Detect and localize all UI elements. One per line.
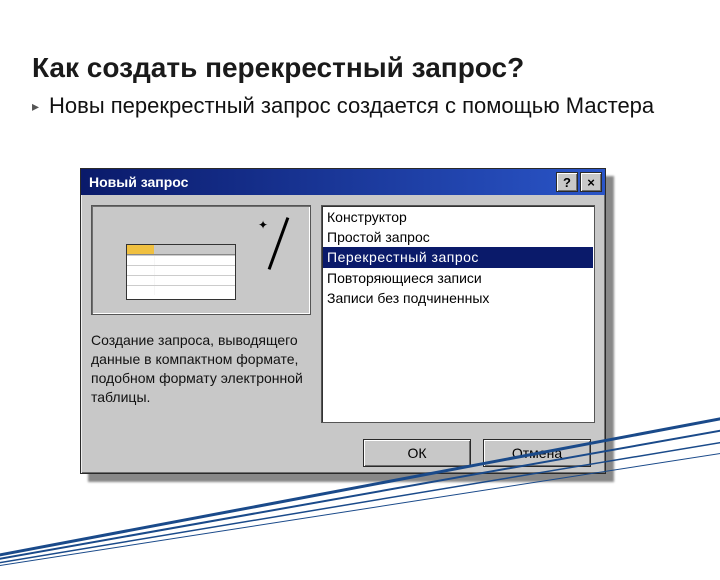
cancel-button[interactable]: Отмена <box>483 439 591 467</box>
titlebar-title: Новый запрос <box>89 174 188 190</box>
dialog-window: Новый запрос ? × ✦ Создание запроса, выв… <box>80 168 606 474</box>
titlebar-buttons: ? × <box>556 172 602 192</box>
query-type-listbox[interactable]: Конструктор Простой запрос Перекрестный … <box>321 205 595 423</box>
help-button[interactable]: ? <box>556 172 578 192</box>
left-panel: ✦ Создание запроса, выводящего данные в … <box>91 205 311 423</box>
list-item-selected[interactable]: Перекрестный запрос <box>323 247 593 267</box>
description-text: Создание запроса, выводящего данные в ко… <box>91 331 309 407</box>
dialog-body: ✦ Создание запроса, выводящего данные в … <box>81 195 605 433</box>
list-item[interactable]: Простой запрос <box>323 227 593 247</box>
list-item[interactable]: Записи без подчиненных <box>323 288 593 308</box>
preview-image: ✦ <box>91 205 311 315</box>
page-heading: Как создать перекрестный запрос? <box>32 52 524 84</box>
wand-icon <box>268 217 290 270</box>
titlebar[interactable]: Новый запрос ? × <box>81 169 605 195</box>
button-row: ОК Отмена <box>81 433 605 473</box>
list-item[interactable]: Конструктор <box>323 207 593 227</box>
bullet-icon: ▸ <box>32 98 39 115</box>
sparkle-icon: ✦ <box>258 218 268 232</box>
ok-button[interactable]: ОК <box>363 439 471 467</box>
bullet-row: ▸ Новы перекрестный запрос создается с п… <box>32 92 672 120</box>
list-item[interactable]: Повторяющиеся записи <box>323 268 593 288</box>
bullet-text: Новы перекрестный запрос создается с пом… <box>49 92 654 120</box>
preview-table-icon <box>126 244 236 300</box>
close-button[interactable]: × <box>580 172 602 192</box>
